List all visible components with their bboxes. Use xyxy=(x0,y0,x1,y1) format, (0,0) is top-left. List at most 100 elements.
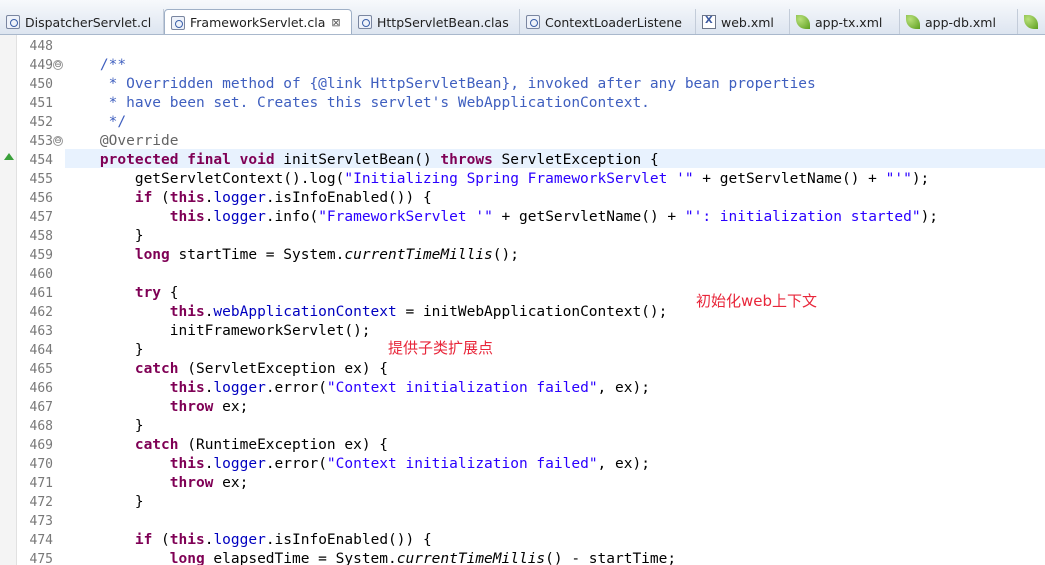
code-line: 450 * Overridden method of {@link HttpSe… xyxy=(0,75,1045,94)
code-text: if (this.logger.isInfoEnabled()) { xyxy=(65,531,432,550)
code-token: this xyxy=(169,209,205,225)
tab-web-xml[interactable]: web.xml xyxy=(696,9,790,34)
line-number: 454 xyxy=(29,153,53,168)
tab-label: FrameworkServlet.cla xyxy=(190,15,326,30)
code-line: 460 xyxy=(0,265,1045,284)
code-token: .error( xyxy=(265,456,327,472)
line-number: 466 xyxy=(29,381,53,396)
line-number: 464 xyxy=(29,343,53,358)
code-line: 474 if (this.logger.isInfoEnabled()) { xyxy=(0,531,1045,550)
code-token: * Overridden method of {@link HttpServle… xyxy=(108,76,816,92)
code-token: /** xyxy=(99,57,127,73)
tab-app-tx-xml[interactable]: app-tx.xml xyxy=(790,9,900,34)
code-token: "FrameworkServlet '" xyxy=(318,209,493,225)
code-token: .info( xyxy=(265,209,319,225)
code-line: 467 throw ex; xyxy=(0,398,1045,417)
code-text: catch (RuntimeException ex) { xyxy=(65,436,388,455)
code-line: 462 this.webApplicationContext = initWeb… xyxy=(0,303,1045,322)
code-token: startTime = System. xyxy=(169,247,345,263)
tab-app-db-xml[interactable]: app-db.xml xyxy=(900,9,1018,34)
code-text: * have been set. Creates this servlet's … xyxy=(65,94,650,113)
code-line: 465 catch (ServletException ex) { xyxy=(0,360,1045,379)
line-number: 469 xyxy=(29,438,53,453)
code-line: 473 xyxy=(0,512,1045,531)
code-lines: 448 449 ⊖ /** 450 * Overridden method of {@… xyxy=(0,37,1045,565)
code-text: if (this.logger.isInfoEnabled()) { xyxy=(65,189,432,208)
code-line: 454 protected final void initServletBean… xyxy=(0,151,1045,170)
code-text: } xyxy=(65,227,144,246)
code-token: getServletContext().log( xyxy=(65,171,345,187)
code-text: throw ex; xyxy=(65,474,249,493)
code-token: if xyxy=(134,532,153,548)
code-token: logger xyxy=(213,380,266,396)
line-number: 448 xyxy=(29,39,53,54)
code-token: } xyxy=(65,494,144,510)
code-text: long elapsedTime = System.currentTimeMil… xyxy=(65,550,676,565)
tab-overflow[interactable] xyxy=(1018,9,1045,34)
line-number: 468 xyxy=(29,419,53,434)
tab-httpservletbean[interactable]: HttpServletBean.clas xyxy=(352,9,520,34)
code-line: 469 catch (RuntimeException ex) { xyxy=(0,436,1045,455)
line-number: 455 xyxy=(29,172,53,187)
code-text: this.webApplicationContext = initWebAppl… xyxy=(65,303,668,322)
code-line: 463 initFrameworkServlet(); xyxy=(0,322,1045,341)
java-file-icon xyxy=(526,15,540,29)
line-number: 465 xyxy=(29,362,53,377)
tab-contextloaderlistener[interactable]: ContextLoaderListene xyxy=(520,9,696,34)
code-text: } xyxy=(65,417,144,436)
code-line: 455 getServletContext().log("Initializin… xyxy=(0,170,1045,189)
tab-dispatcherservlet[interactable]: DispatcherServlet.cl xyxy=(0,9,164,34)
code-token: ex; xyxy=(213,399,249,415)
code-text: getServletContext().log("Initializing Sp… xyxy=(65,170,929,189)
code-line: 464 } xyxy=(0,341,1045,360)
code-token: initFrameworkServlet(); xyxy=(65,323,371,339)
code-token: logger xyxy=(213,190,266,206)
code-token: } xyxy=(65,418,144,434)
fold-collapse-icon[interactable]: ⊖ xyxy=(53,136,63,146)
code-token: * have been set. Creates this servlet's … xyxy=(108,95,650,111)
code-token: "Context initialization failed" xyxy=(326,380,598,396)
line-number: 457 xyxy=(29,210,53,225)
code-editor[interactable]: 448 449 ⊖ /** 450 * Overridden method of {@… xyxy=(0,35,1045,565)
code-token: "Initializing Spring FrameworkServlet '" xyxy=(344,171,694,187)
tab-frameworkservlet[interactable]: FrameworkServlet.cla ⊠ xyxy=(164,9,352,34)
code-text: this.logger.error("Context initializatio… xyxy=(65,379,650,398)
code-token: initServletBean() xyxy=(274,152,441,168)
code-token: long xyxy=(169,551,205,565)
code-text: */ xyxy=(65,113,126,132)
code-token: (RuntimeException ex) { xyxy=(178,437,389,453)
code-text: this.logger.info("FrameworkServlet '" + … xyxy=(65,208,938,227)
line-number: 456 xyxy=(29,191,53,206)
code-token: currentTimeMillis xyxy=(396,551,546,565)
code-text: throw ex; xyxy=(65,398,249,417)
annotation-init-web-context: 初始化web上下文 xyxy=(696,292,818,310)
code-line: 453 ⊖ @Override xyxy=(0,132,1045,151)
spring-leaf-icon xyxy=(1024,15,1038,29)
line-number: 462 xyxy=(29,305,53,320)
code-token: ServletException { xyxy=(492,152,659,168)
tab-label: ContextLoaderListene xyxy=(545,14,682,30)
fold-collapse-icon[interactable]: ⊖ xyxy=(53,60,63,70)
code-text: long startTime = System.currentTimeMilli… xyxy=(65,246,519,265)
code-line: 468 } xyxy=(0,417,1045,436)
line-number: 458 xyxy=(29,229,53,244)
java-file-icon xyxy=(358,15,372,29)
code-line: 456 if (this.logger.isInfoEnabled()) { xyxy=(0,189,1045,208)
code-token: "Context initialization failed" xyxy=(326,456,598,472)
code-token: ( xyxy=(152,190,170,206)
close-icon[interactable]: ⊠ xyxy=(331,16,340,29)
code-line: 452 */ xyxy=(0,113,1045,132)
code-line: 470 this.logger.error("Context initializ… xyxy=(0,455,1045,474)
line-number: 449 xyxy=(29,58,53,73)
code-token: this xyxy=(169,190,205,206)
